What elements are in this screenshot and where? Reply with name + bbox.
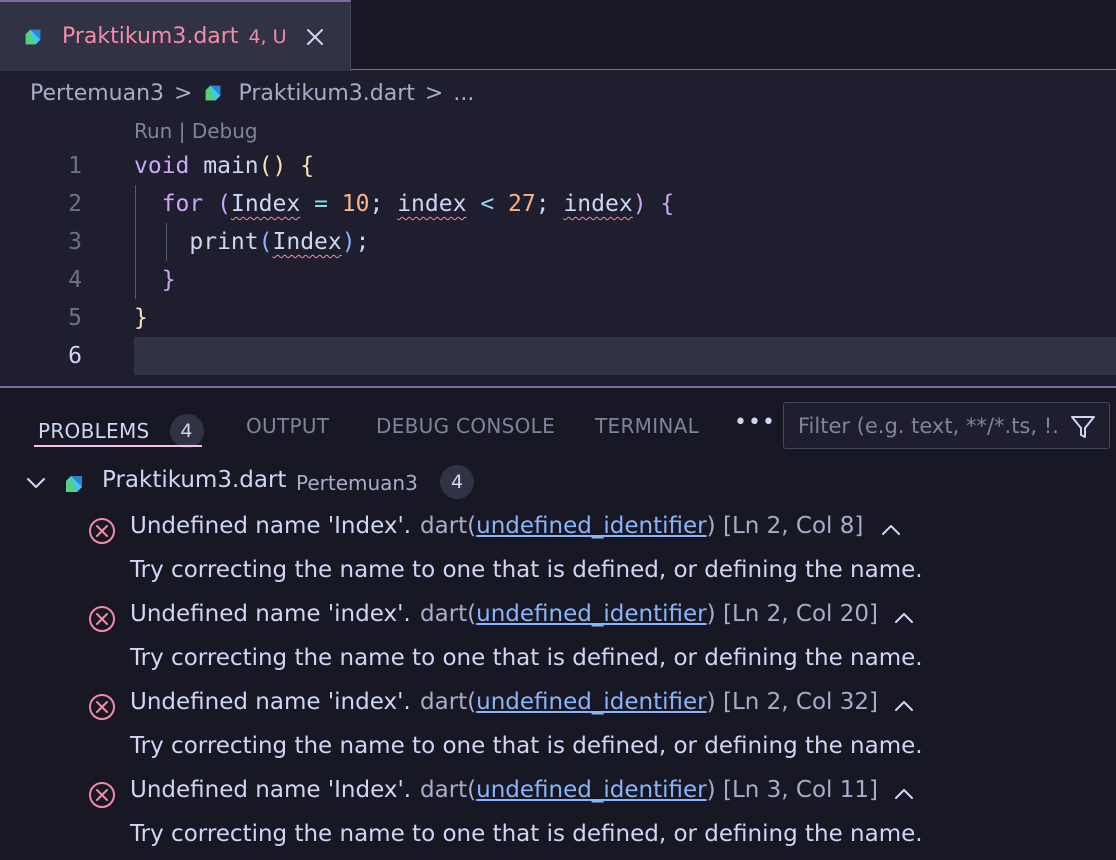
breadcrumb-ellipsis[interactable]: ... [453, 81, 474, 106]
codelens-separator: | [172, 119, 192, 143]
tab-debug-console[interactable]: DEBUG CONSOLE [376, 414, 555, 438]
tab-problems-label: PROBLEMS [38, 419, 150, 443]
line-number: 3 [68, 229, 82, 255]
breadcrumb: Pertemuan3 > Praktikum3.dart > ... [0, 71, 1116, 115]
code-line: 3 print(Index); [0, 223, 1116, 261]
problems-file-group[interactable]: Praktikum3.dart Pertemuan3 4 [0, 463, 1116, 503]
problems-file-count: 4 [440, 465, 474, 499]
problem-code-link[interactable]: undefined_identifier [476, 689, 706, 715]
line-number: 4 [68, 267, 82, 293]
problem-source: dart(undefined_identifier) [420, 689, 716, 715]
problem-item[interactable]: Undefined name 'index'. dart(undefined_i… [0, 595, 1116, 683]
error-icon [89, 694, 115, 720]
filter-icon[interactable] [1069, 413, 1097, 441]
problem-item[interactable]: Undefined name 'Index'. dart(undefined_i… [0, 507, 1116, 595]
chevron-up-icon[interactable] [878, 517, 904, 543]
problem-hint: Try correcting the name to one that is d… [130, 821, 923, 847]
problem-item[interactable]: Undefined name 'index'. dart(undefined_i… [0, 683, 1116, 771]
line-number: 6 [68, 343, 82, 369]
panel-tab-bar: PROBLEMS 4 OUTPUT DEBUG CONSOLE TERMINAL… [0, 388, 1116, 460]
code-text: } [161, 267, 176, 293]
breadcrumb-file[interactable]: Praktikum3.dart [238, 81, 414, 106]
editor-tab-praktikum3[interactable]: Praktikum3.dart 4, U [0, 0, 351, 71]
problem-position: [Ln 2, Col 8] [723, 513, 864, 539]
close-icon[interactable] [303, 25, 327, 49]
problem-message: Undefined name 'Index'. [130, 777, 412, 803]
codelens-run[interactable]: Run [134, 119, 172, 143]
code-text: void main() { [134, 153, 315, 179]
chevron-up-icon[interactable] [891, 693, 917, 719]
error-icon [89, 606, 115, 632]
problem-position: [Ln 2, Col 20] [723, 601, 879, 627]
active-tab-indicator [34, 445, 202, 447]
problem-hint: Try correcting the name to one that is d… [130, 733, 923, 759]
chevron-up-icon[interactable] [891, 605, 917, 631]
dart-file-icon [22, 26, 44, 48]
problems-filter[interactable] [783, 402, 1110, 449]
code-text: print(Index); [189, 229, 370, 255]
problem-source: dart(undefined_identifier) [420, 601, 716, 627]
problem-hint: Try correcting the name to one that is d… [130, 557, 923, 583]
code-line: 1 void main() { [0, 147, 1116, 185]
problem-hint: Try correcting the name to one that is d… [130, 645, 923, 671]
problem-code-link[interactable]: undefined_identifier [476, 513, 706, 539]
problem-source: dart(undefined_identifier) [420, 513, 716, 539]
dart-file-icon [62, 472, 86, 496]
problem-source: dart(undefined_identifier) [420, 777, 716, 803]
problem-position: [Ln 3, Col 11] [723, 777, 879, 803]
code-line-current: 6 [0, 337, 1116, 375]
problem-message: Undefined name 'index'. [130, 689, 411, 715]
code-line: 4 } [0, 261, 1116, 299]
tab-title: Praktikum3.dart [62, 24, 239, 49]
filter-input[interactable] [798, 413, 1058, 438]
tab-terminal[interactable]: TERMINAL [595, 414, 699, 438]
codelens: Run | Debug [134, 119, 258, 143]
problems-count-badge: 4 [169, 414, 204, 448]
editor-tab-bar: Praktikum3.dart 4, U [0, 0, 1116, 71]
problem-code-link[interactable]: undefined_identifier [476, 601, 706, 627]
codelens-debug[interactable]: Debug [192, 119, 258, 143]
line-number: 5 [68, 305, 82, 331]
problem-item[interactable]: Undefined name 'Index'. dart(undefined_i… [0, 771, 1116, 859]
problems-file-folder: Pertemuan3 [296, 471, 418, 495]
chevron-right-icon: > [174, 80, 193, 106]
problem-position: [Ln 2, Col 32] [723, 689, 879, 715]
tab-problems[interactable]: PROBLEMS 4 [38, 414, 204, 448]
code-line: 5 } [0, 299, 1116, 337]
tab-output[interactable]: OUTPUT [246, 414, 329, 438]
line-number: 1 [68, 153, 82, 179]
bottom-panel: PROBLEMS 4 OUTPUT DEBUG CONSOLE TERMINAL… [0, 386, 1116, 860]
error-icon [89, 518, 115, 544]
more-icon[interactable]: ••• [734, 410, 776, 435]
chevron-down-icon[interactable] [24, 471, 48, 495]
problem-message: Undefined name 'index'. [130, 601, 411, 627]
code-line: 2 for (Index = 10; index < 27; index) { [0, 185, 1116, 223]
line-number: 2 [68, 191, 82, 217]
error-icon [89, 782, 115, 808]
problem-code-link[interactable]: undefined_identifier [476, 777, 706, 803]
dart-file-icon [202, 82, 224, 104]
problems-file-name: Praktikum3.dart [102, 467, 287, 493]
breadcrumb-folder[interactable]: Pertemuan3 [30, 81, 164, 106]
chevron-right-icon: > [424, 80, 444, 106]
code-text: for (Index = 10; index < 27; index) { [161, 191, 675, 217]
code-editor[interactable]: Run | Debug 1 void main() { 2 for (Index… [0, 115, 1116, 385]
tab-problem-badge: 4, U [248, 25, 287, 48]
chevron-up-icon[interactable] [891, 781, 917, 807]
problem-message: Undefined name 'Index'. [130, 513, 412, 539]
code-text: } [134, 305, 148, 331]
